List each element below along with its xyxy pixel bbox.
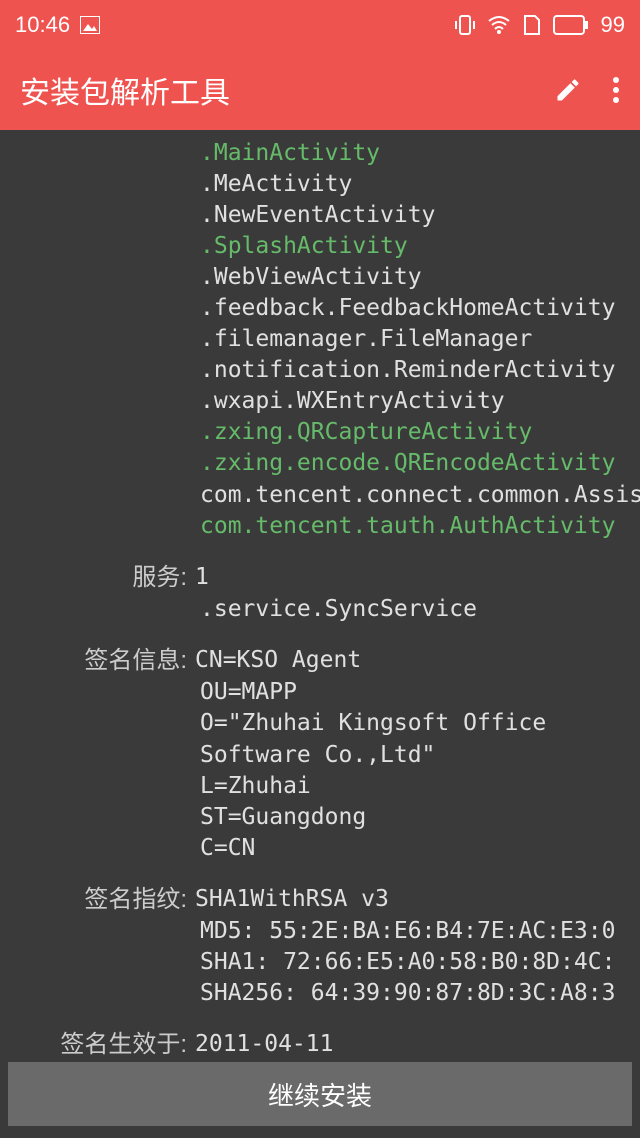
fingerprint-line: SHA256: 64:39:90:87:8D:3C:A8:3: [0, 978, 640, 1009]
status-bar: 10:46 99: [0, 0, 640, 50]
services-label: 服务:: [0, 562, 195, 594]
sign-info-line: O="Zhuhai Kingsoft Office Software Co.,L…: [0, 708, 640, 770]
activity-item: com.tencent.tauth.AuthActivity: [0, 511, 640, 542]
sign-info-line: CN=KSO Agent: [195, 645, 640, 677]
activity-item: .zxing.encode.QREncodeActivity: [0, 448, 640, 479]
activity-item: .feedback.FeedbackHomeActivity: [0, 293, 640, 324]
valid-from-label: 签名生效于:: [0, 1029, 195, 1061]
sign-info-line: L=Zhuhai: [0, 771, 640, 802]
status-time: 10:46: [15, 12, 70, 38]
edit-button[interactable]: [554, 76, 582, 104]
activity-item: .MainActivity: [0, 138, 640, 169]
app-bar: 安装包解析工具: [0, 50, 640, 130]
activity-item: .MeActivity: [0, 169, 640, 200]
more-button[interactable]: [612, 76, 620, 104]
fingerprint-line: MD5: 55:2E:BA:E6:B4:7E:AC:E3:0: [0, 916, 640, 947]
activity-item: .NewEventActivity: [0, 200, 640, 231]
activity-item: .WebViewActivity: [0, 262, 640, 293]
page-title: 安装包解析工具: [20, 68, 230, 112]
fingerprint-line: SHA1WithRSA v3: [195, 884, 640, 916]
sign-info-label: 签名信息:: [0, 645, 195, 677]
wifi-icon: [487, 15, 511, 35]
valid-from-value: 2011-04-11: [195, 1029, 640, 1061]
fingerprint-label: 签名指纹:: [0, 884, 195, 916]
content-area: .MainActivity.MeActivity.NewEventActivit…: [0, 130, 640, 1068]
sign-info-line: OU=MAPP: [0, 677, 640, 708]
image-icon: [80, 16, 100, 34]
activity-item: com.tencent.connect.common.AssistActivit…: [0, 480, 640, 511]
sign-info-line: C=CN: [0, 833, 640, 864]
activity-item: .notification.ReminderActivity: [0, 355, 640, 386]
activity-item: .zxing.QRCaptureActivity: [0, 417, 640, 448]
service-item: .service.SyncService: [0, 594, 640, 625]
battery-percent: 99: [601, 12, 625, 38]
fingerprint-line: SHA1: 72:66:E5:A0:58:B0:8D:4C:: [0, 947, 640, 978]
services-count: 1: [195, 562, 640, 594]
continue-install-button[interactable]: 继续安装: [8, 1062, 632, 1126]
sim-icon: [523, 14, 541, 36]
activity-item: .filemanager.FileManager: [0, 324, 640, 355]
sign-info-line: ST=Guangdong: [0, 802, 640, 833]
vibrate-icon: [455, 14, 475, 36]
activity-item: .SplashActivity: [0, 231, 640, 262]
battery-icon: [553, 15, 589, 35]
activity-item: .wxapi.WXEntryActivity: [0, 386, 640, 417]
